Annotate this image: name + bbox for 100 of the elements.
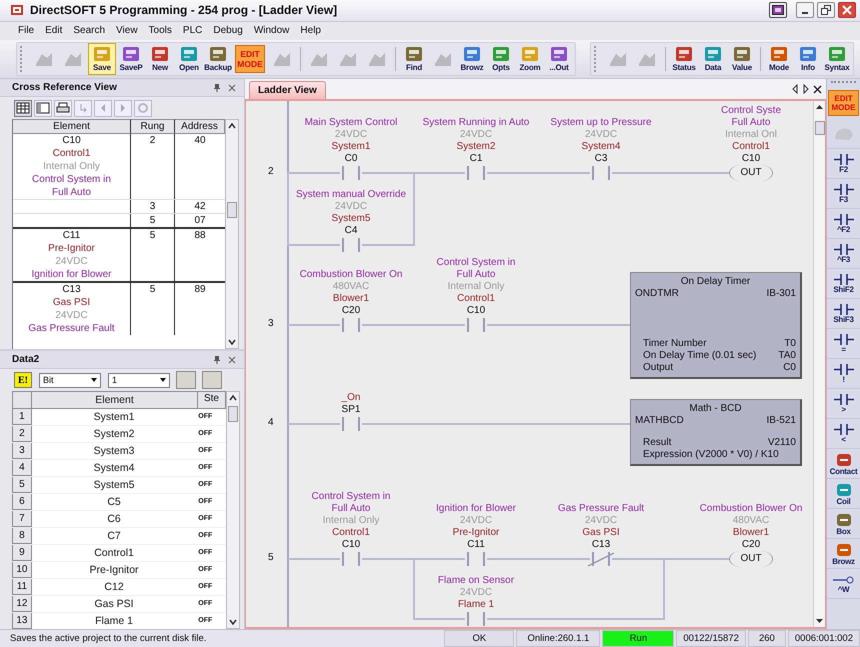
row-number[interactable]: 10 (12, 562, 32, 578)
column-header[interactable]: Element (32, 391, 198, 410)
nickname-label: Blower1 (732, 527, 770, 540)
close-icon[interactable] (813, 84, 822, 94)
restore-button[interactable] (817, 2, 835, 18)
row-number[interactable]: 7 (12, 511, 32, 528)
grid-view-button[interactable] (14, 100, 32, 117)
toolbar-button[interactable]: Data (699, 42, 727, 76)
toolbar-button[interactable]: Info (794, 42, 822, 76)
toolbar-button[interactable]: Browz (458, 42, 486, 76)
menu-item[interactable]: Tools (148, 25, 172, 36)
toolbar-button[interactable]: Find (400, 42, 428, 76)
edit-button[interactable]: E! (14, 372, 32, 388)
instruction-box[interactable]: On Delay Timer ONDTMR IB-301 Timer Number T0 On Delay Time (0.01 sec) TA0 Output C0 (630, 272, 802, 380)
palette-button[interactable]: Coil (827, 480, 860, 510)
menu-item[interactable]: Debug (213, 25, 243, 36)
row-number[interactable]: 1 (12, 409, 32, 426)
row-number[interactable]: 11 (12, 579, 32, 596)
palette-button[interactable]: Contact (827, 450, 860, 480)
row-number[interactable]: 4 (12, 460, 32, 476)
palette-button[interactable]: ShiF2 (827, 270, 860, 300)
toolbar-button[interactable]: Status (670, 42, 698, 76)
toolbar-button[interactable]: Backup (204, 42, 232, 76)
column-header[interactable]: Rung (131, 119, 175, 134)
row-number[interactable]: 13 (12, 613, 32, 630)
element-address: C11 (62, 229, 80, 242)
row-number[interactable]: 9 (12, 545, 32, 562)
document-menu-button[interactable] (769, 2, 787, 18)
pin-icon[interactable] (213, 82, 221, 93)
toolbar-grip[interactable] (20, 46, 25, 72)
row-number[interactable]: 12 (12, 596, 32, 612)
instruction-box[interactable]: Math - BCD MATHBCD IB-521 Result V2110 Expression (V2000 * V0) / K10 (630, 399, 802, 466)
scroll-thumb[interactable] (814, 121, 824, 136)
palette-button[interactable]: = (827, 330, 860, 360)
row-number[interactable]: 6 (12, 494, 32, 510)
toolbar-button[interactable]: Zoom (516, 42, 544, 76)
column-header[interactable]: Element (13, 119, 131, 134)
toolbar-grip[interactable] (594, 46, 599, 72)
toolbar-button[interactable]: Save (88, 42, 116, 76)
palette-button[interactable]: ^F2 (827, 210, 860, 240)
row-number[interactable]: 8 (12, 528, 32, 544)
table-cell: 5 (131, 283, 175, 336)
description-label: System manual Override (296, 189, 406, 202)
toolbar-button[interactable]: Opts (487, 42, 515, 76)
refresh-button[interactable] (134, 100, 152, 117)
right-arrow-icon[interactable] (802, 84, 810, 94)
toolbar-button[interactable]: ...Out (545, 42, 573, 76)
menu-item[interactable]: Search (73, 25, 106, 36)
menu-item[interactable]: Edit (45, 25, 62, 36)
toolbar-button[interactable]: Syntax (823, 42, 851, 76)
type-dropdown[interactable]: Bit (39, 372, 101, 388)
row-number[interactable]: 3 (12, 443, 32, 460)
toolbar-button[interactable]: New (146, 42, 174, 76)
palette-button[interactable]: Box (827, 510, 860, 540)
toolbar-icon (702, 45, 724, 64)
blank-button[interactable] (202, 371, 222, 390)
print-button[interactable] (54, 100, 72, 117)
vertical-scrollbar[interactable] (813, 101, 825, 628)
contact-icon[interactable] (465, 612, 487, 626)
palette-button[interactable]: Browz (827, 540, 860, 570)
vertical-scrollbar[interactable] (226, 391, 240, 630)
minimize-button[interactable] (796, 2, 814, 18)
count-dropdown[interactable]: 1 (108, 372, 170, 388)
output-coil[interactable]: OUT (729, 551, 773, 568)
toolbar-button[interactable]: Mode (765, 42, 793, 76)
previous-button[interactable] (94, 100, 112, 117)
close-button[interactable] (838, 2, 856, 18)
palette-button[interactable]: ^F3 (827, 240, 860, 270)
row-number[interactable]: 5 (12, 477, 32, 494)
palette-button[interactable]: F2 (827, 150, 860, 180)
output-coil[interactable]: OUT (729, 165, 773, 182)
line-icon (832, 574, 854, 585)
toolbar-button[interactable]: SaveP (117, 42, 145, 76)
next-button[interactable] (114, 100, 132, 117)
ladder-view-tab[interactable]: Ladder View (249, 81, 326, 100)
wiring-label: 24VDC (55, 309, 88, 322)
scroll-thumb[interactable] (228, 406, 238, 422)
vertical-scrollbar[interactable] (225, 119, 239, 350)
menu-item[interactable]: File (18, 25, 34, 36)
pin-icon[interactable] (213, 354, 221, 365)
menu-item[interactable]: PLC (182, 25, 202, 36)
parameter-label: Result (643, 437, 672, 450)
blank-button[interactable] (176, 371, 196, 390)
row-number[interactable]: 2 (12, 426, 32, 442)
scroll-thumb[interactable] (227, 202, 237, 218)
palette-button[interactable]: ShiF3 (827, 300, 860, 330)
menu-item[interactable]: Window (254, 25, 290, 36)
toolbar-button[interactable]: Open (175, 42, 203, 76)
menu-item[interactable]: View (116, 25, 138, 36)
palette-button[interactable]: < (827, 420, 860, 450)
menu-item[interactable]: Help (300, 25, 321, 36)
table-cell-text: System4 (92, 461, 136, 476)
palette-button[interactable]: > (827, 390, 860, 420)
palette-button[interactable]: ! (827, 360, 860, 390)
left-arrow-icon[interactable] (791, 84, 799, 94)
palette-button[interactable]: F3 (827, 180, 860, 210)
wiring-label: 24VDC (334, 201, 368, 214)
list-view-button[interactable] (34, 100, 52, 117)
palette-button[interactable]: ^W (827, 570, 860, 600)
toolbar-button[interactable]: Value (728, 42, 756, 76)
